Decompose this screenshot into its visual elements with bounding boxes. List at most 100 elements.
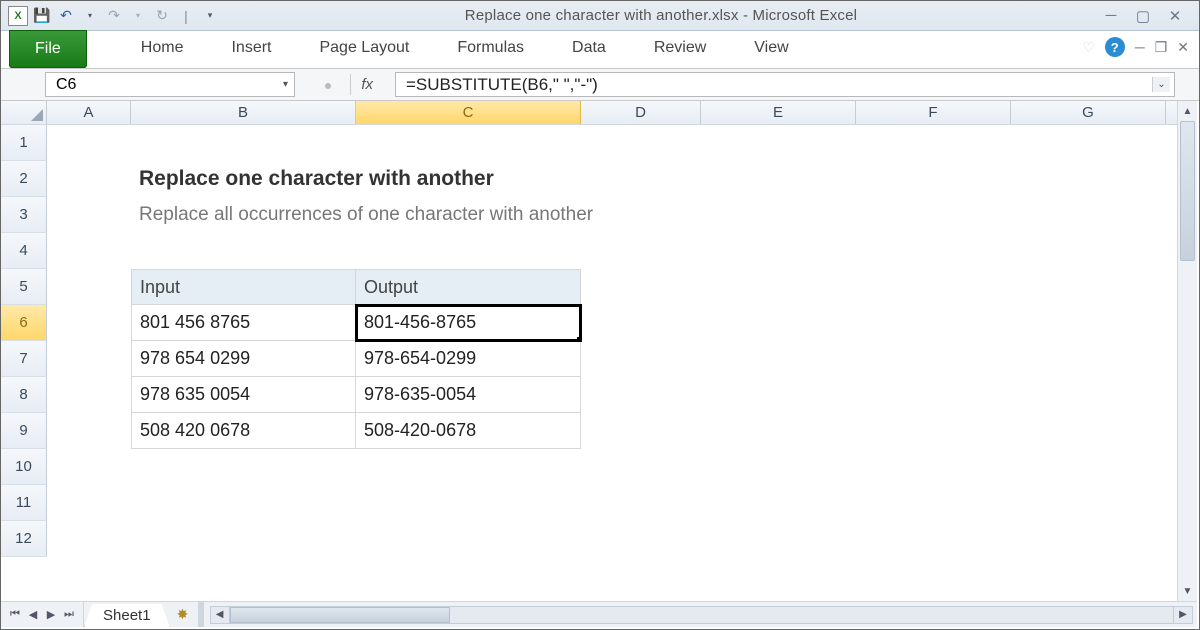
cell[interactable] xyxy=(356,125,581,161)
cell[interactable] xyxy=(1011,197,1166,233)
cell[interactable] xyxy=(1011,413,1166,449)
cell-B8[interactable]: 978 635 0054 xyxy=(131,377,356,413)
cell[interactable] xyxy=(581,377,701,413)
file-tab[interactable]: File xyxy=(9,30,87,68)
workbook-restore-icon[interactable]: ❐ xyxy=(1155,39,1168,56)
table-header-input[interactable]: Input xyxy=(131,269,356,305)
tab-view[interactable]: View xyxy=(730,31,812,68)
row-header[interactable]: 12 xyxy=(1,521,47,557)
cell[interactable] xyxy=(856,305,1011,341)
cell[interactable] xyxy=(581,341,701,377)
fx-icon[interactable]: fx xyxy=(350,74,383,95)
scroll-left-icon[interactable]: ◀ xyxy=(210,606,230,624)
help-icon[interactable]: ? xyxy=(1105,37,1125,57)
cell[interactable] xyxy=(856,197,1011,233)
vscroll-track[interactable] xyxy=(1178,121,1197,581)
cell-C6[interactable]: 801-456-8765 xyxy=(356,305,581,341)
last-sheet-icon[interactable]: ⏭ xyxy=(61,608,77,621)
cell[interactable] xyxy=(356,485,581,521)
close-button[interactable]: ✕ xyxy=(1165,7,1185,25)
cell[interactable] xyxy=(47,125,131,161)
spreadsheet-grid[interactable]: A B C D E F G 1 2 Replace one character … xyxy=(1,101,1177,601)
cell[interactable] xyxy=(701,377,856,413)
col-header-B[interactable]: B xyxy=(131,101,356,124)
col-header-A[interactable]: A xyxy=(47,101,131,124)
cell[interactable] xyxy=(701,161,856,197)
cell[interactable] xyxy=(47,521,131,557)
cell-B6[interactable]: 801 456 8765 xyxy=(131,305,356,341)
qat-customize-icon[interactable]: ▾ xyxy=(199,5,221,27)
cell-B9[interactable]: 508 420 0678 xyxy=(131,413,356,449)
row-header[interactable]: 6 xyxy=(1,305,47,341)
formula-input[interactable]: =SUBSTITUTE(B6," ","-") ⌄ xyxy=(395,72,1175,97)
cell[interactable] xyxy=(581,269,701,305)
cell-C8[interactable]: 978-635-0054 xyxy=(356,377,581,413)
cell[interactable] xyxy=(356,197,581,233)
minimize-button[interactable]: ─ xyxy=(1101,7,1121,25)
cell[interactable] xyxy=(701,521,856,557)
sheet-tab[interactable]: Sheet1 xyxy=(84,604,170,627)
cell[interactable] xyxy=(356,521,581,557)
cell[interactable] xyxy=(47,161,131,197)
hscroll-thumb[interactable] xyxy=(230,607,450,623)
col-header-F[interactable]: F xyxy=(856,101,1011,124)
cell[interactable] xyxy=(47,197,131,233)
cell[interactable] xyxy=(856,377,1011,413)
row-header[interactable]: 3 xyxy=(1,197,47,233)
cell[interactable] xyxy=(581,197,701,233)
cell-C7[interactable]: 978-654-0299 xyxy=(356,341,581,377)
cell[interactable] xyxy=(1011,269,1166,305)
cell[interactable] xyxy=(701,449,856,485)
cell[interactable] xyxy=(856,233,1011,269)
col-header-D[interactable]: D xyxy=(581,101,701,124)
vscroll-thumb[interactable] xyxy=(1180,121,1195,261)
cell[interactable] xyxy=(1011,377,1166,413)
cell[interactable] xyxy=(131,485,356,521)
row-header[interactable]: 11 xyxy=(1,485,47,521)
table-header-output[interactable]: Output xyxy=(356,269,581,305)
first-sheet-icon[interactable]: ⏮ xyxy=(7,608,23,621)
cell[interactable] xyxy=(47,341,131,377)
cell[interactable] xyxy=(581,449,701,485)
name-box[interactable]: C6 ▾ xyxy=(45,72,295,97)
cell[interactable] xyxy=(47,449,131,485)
cell[interactable] xyxy=(356,233,581,269)
cell[interactable] xyxy=(701,269,856,305)
cell[interactable] xyxy=(131,233,356,269)
cell[interactable] xyxy=(701,413,856,449)
cell[interactable] xyxy=(581,233,701,269)
save-icon[interactable]: 💾 xyxy=(31,5,53,27)
next-sheet-icon[interactable]: ▶ xyxy=(43,608,59,621)
cell[interactable] xyxy=(1011,125,1166,161)
tab-review[interactable]: Review xyxy=(630,31,730,68)
cell[interactable] xyxy=(581,305,701,341)
cell[interactable] xyxy=(701,305,856,341)
scroll-up-icon[interactable]: ▲ xyxy=(1178,101,1197,121)
col-header-E[interactable]: E xyxy=(701,101,856,124)
cell[interactable] xyxy=(47,305,131,341)
maximize-button[interactable]: ▢ xyxy=(1133,7,1153,25)
cell[interactable] xyxy=(1011,449,1166,485)
repeat-icon[interactable]: ↻ xyxy=(151,5,173,27)
row-header[interactable]: 1 xyxy=(1,125,47,161)
scroll-right-icon[interactable]: ▶ xyxy=(1173,606,1193,624)
cell[interactable] xyxy=(1011,305,1166,341)
hscroll-track[interactable] xyxy=(230,606,1173,624)
col-header-C[interactable]: C xyxy=(356,101,581,124)
cell[interactable] xyxy=(131,449,356,485)
cell[interactable] xyxy=(131,125,356,161)
cell[interactable] xyxy=(581,125,701,161)
cell[interactable] xyxy=(701,197,856,233)
subtitle-cell[interactable]: Replace all occurrences of one character… xyxy=(131,197,356,233)
tab-split-handle[interactable] xyxy=(198,602,204,627)
cell[interactable] xyxy=(47,485,131,521)
row-header[interactable]: 9 xyxy=(1,413,47,449)
undo-icon[interactable]: ↶ xyxy=(55,5,77,27)
cell[interactable] xyxy=(856,413,1011,449)
minimize-ribbon-icon[interactable]: ♡ xyxy=(1082,39,1095,56)
cell[interactable] xyxy=(581,521,701,557)
cell-B7[interactable]: 978 654 0299 xyxy=(131,341,356,377)
row-header[interactable]: 8 xyxy=(1,377,47,413)
cell[interactable] xyxy=(356,449,581,485)
cell[interactable] xyxy=(701,485,856,521)
